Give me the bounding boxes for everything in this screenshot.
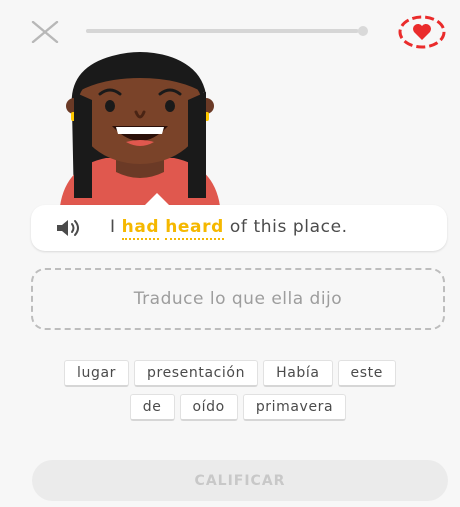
answer-input-area[interactable]: Traduce lo que ella dijo — [31, 268, 445, 330]
prompt-sentence: I had heard of this place. — [110, 217, 348, 240]
heart-icon — [398, 15, 446, 49]
lesson-screen: I had heard of this place. Traduce lo qu… — [0, 0, 460, 507]
close-icon — [31, 20, 59, 44]
sentence-suffix: of this place. — [229, 217, 348, 237]
check-button-label: CALIFICAR — [194, 472, 286, 489]
word-tile-de[interactable]: de — [129, 394, 175, 421]
play-audio-button[interactable] — [55, 218, 85, 238]
word-tile-lugar[interactable]: lugar — [64, 360, 130, 387]
hint-word-had[interactable]: had — [121, 217, 160, 240]
speech-bubble: I had heard of this place. — [31, 193, 447, 251]
progress-bar — [86, 29, 366, 33]
word-bank-row-2: de oído primavera — [0, 394, 460, 421]
word-tile-primavera[interactable]: primavera — [242, 394, 347, 421]
word-bank-row-1: lugar presentación Había este — [0, 360, 460, 387]
word-tile-oido[interactable]: oído — [179, 394, 238, 421]
speaker-icon — [57, 220, 79, 236]
hint-word-heard[interactable]: heard — [165, 217, 224, 240]
word-bank: lugar presentación Había este de oído pr… — [0, 360, 460, 428]
word-tile-presentacion[interactable]: presentación — [134, 360, 259, 387]
sentence-prefix: I — [110, 217, 116, 237]
progress-fill — [86, 29, 358, 33]
close-button[interactable] — [31, 20, 59, 44]
speech-bubble-tail — [144, 193, 170, 206]
character-illustration — [52, 48, 228, 206]
word-tile-habia[interactable]: Había — [263, 360, 333, 387]
hearts-button[interactable] — [395, 12, 449, 52]
progress-knob — [358, 26, 368, 36]
word-tile-este[interactable]: este — [337, 360, 396, 387]
answer-placeholder: Traduce lo que ella dijo — [133, 289, 343, 309]
check-button[interactable]: CALIFICAR — [32, 460, 448, 501]
